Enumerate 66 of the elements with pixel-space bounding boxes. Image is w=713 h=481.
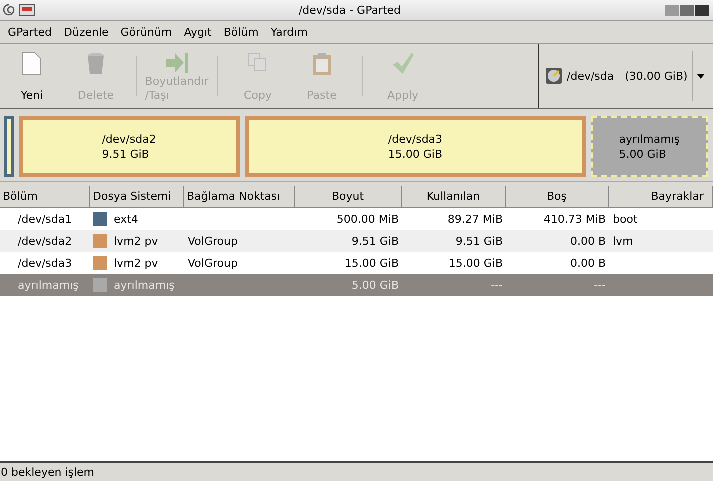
column-header[interactable]: Bağlama Noktası	[184, 186, 295, 208]
column-header[interactable]: Boyut	[295, 186, 402, 208]
partition-block[interactable]	[4, 116, 14, 177]
table-cell-text: 15.00 GiB	[344, 256, 400, 270]
menu-item[interactable]: Görünüm	[114, 26, 178, 38]
window-title: /dev/sda - GParted	[298, 4, 402, 16]
partition-block[interactable]: /dev/sda2 9.51 GiB	[19, 116, 240, 177]
table-cell-text: 9.51 GiB	[350, 234, 400, 248]
table-cell-text: 500.00 MiB	[336, 212, 400, 226]
trash-can-icon	[86, 52, 106, 76]
arrow-icon	[165, 52, 189, 74]
table-cell-text: /dev/sda1	[17, 212, 74, 226]
table-cell-text: ayrılmamış	[17, 278, 80, 292]
table-cell-text: lvm	[612, 234, 634, 248]
unallocated-block[interactable]: ayrılmamış 5.00 GiB	[591, 116, 708, 177]
partition-size: 9.51 GiB	[102, 148, 150, 160]
column-header[interactable]: Dosya Sistemi	[90, 186, 184, 208]
close-button[interactable]	[695, 4, 709, 16]
table-cell: lvm2 pv	[114, 256, 158, 270]
menu-item[interactable]: Bölüm	[218, 26, 265, 38]
document-icon	[22, 52, 42, 76]
dropdown-arrow-icon[interactable]	[696, 74, 705, 78]
partition-name: /dev/sda2	[102, 132, 156, 146]
partition-size: 15.00 GiB	[388, 148, 443, 160]
copy-icon	[247, 52, 269, 74]
column-header[interactable]: Bölüm	[0, 186, 90, 208]
column-header[interactable]: Kullanılan	[402, 186, 506, 208]
partition-name: ayrılmamış	[619, 132, 680, 146]
table-cell-text: 0.00 B	[569, 234, 607, 248]
menu-item[interactable]: Düzenle	[58, 26, 115, 38]
table-cell-text: VolGroup	[187, 256, 239, 270]
table-cell: ext4	[114, 212, 138, 226]
status-bar: 0 bekleyen işlem	[0, 461, 713, 481]
table-cell-text: /dev/sda3	[17, 256, 74, 270]
maximize-button[interactable]	[680, 4, 694, 16]
clipboard-icon	[312, 52, 332, 76]
partition-size: 5.00 GiB	[619, 148, 666, 160]
table-cell-text: 5.00 GiB	[350, 278, 400, 292]
checkmark-icon	[391, 52, 415, 76]
table-cell: ayrılmamış	[114, 278, 175, 292]
table-cell-text: /dev/sda2	[17, 234, 74, 248]
table-cell-text: 89.27 MiB	[446, 212, 504, 226]
partition-block[interactable]: /dev/sda3 15.00 GiB	[244, 116, 586, 177]
table-cell-text: 15.00 GiB	[448, 256, 504, 270]
column-header[interactable]: Boş	[506, 186, 609, 208]
column-header[interactable]: Bayraklar	[609, 186, 713, 208]
table-row[interactable]: /dev/sda1 ext4 500.00 MiB 89.27 MiB 410.73 MiB boot	[0, 208, 713, 230]
swirl-icon[interactable]	[3, 4, 15, 16]
app-icon	[19, 4, 35, 16]
table-cell-text: boot	[612, 212, 639, 226]
table-cell-text: 9.51 GiB	[454, 234, 504, 248]
toolbar-button[interactable]: Yeni	[0, 44, 64, 108]
table-row[interactable]: /dev/sda2 lvm2 pv VolGroup 9.51 GiB 9.51 GiB 0.00 B lvm	[0, 230, 713, 252]
table-cell-text: 0.00 B	[569, 256, 607, 270]
menu-item[interactable]: Yardım	[264, 26, 314, 38]
table-cell-text: ---	[490, 278, 504, 292]
table-cell-text: VolGroup	[187, 234, 239, 248]
table-cell: lvm2 pv	[114, 234, 158, 248]
device-dropdown[interactable]: /dev/sda (30.00 GiB)	[545, 51, 693, 101]
menu-item[interactable]: GParted	[2, 26, 58, 38]
table-cell-text: 410.73 MiB	[542, 212, 607, 226]
table-cell-text: ---	[593, 278, 607, 292]
menu-item[interactable]: Aygıt	[178, 26, 218, 38]
table-row[interactable]: /dev/sda3 lvm2 pv VolGroup 15.00 GiB 15.00 GiB 0.00 B	[0, 252, 713, 274]
hard-disk-icon	[545, 67, 563, 85]
partition-name: /dev/sda3	[388, 132, 443, 146]
